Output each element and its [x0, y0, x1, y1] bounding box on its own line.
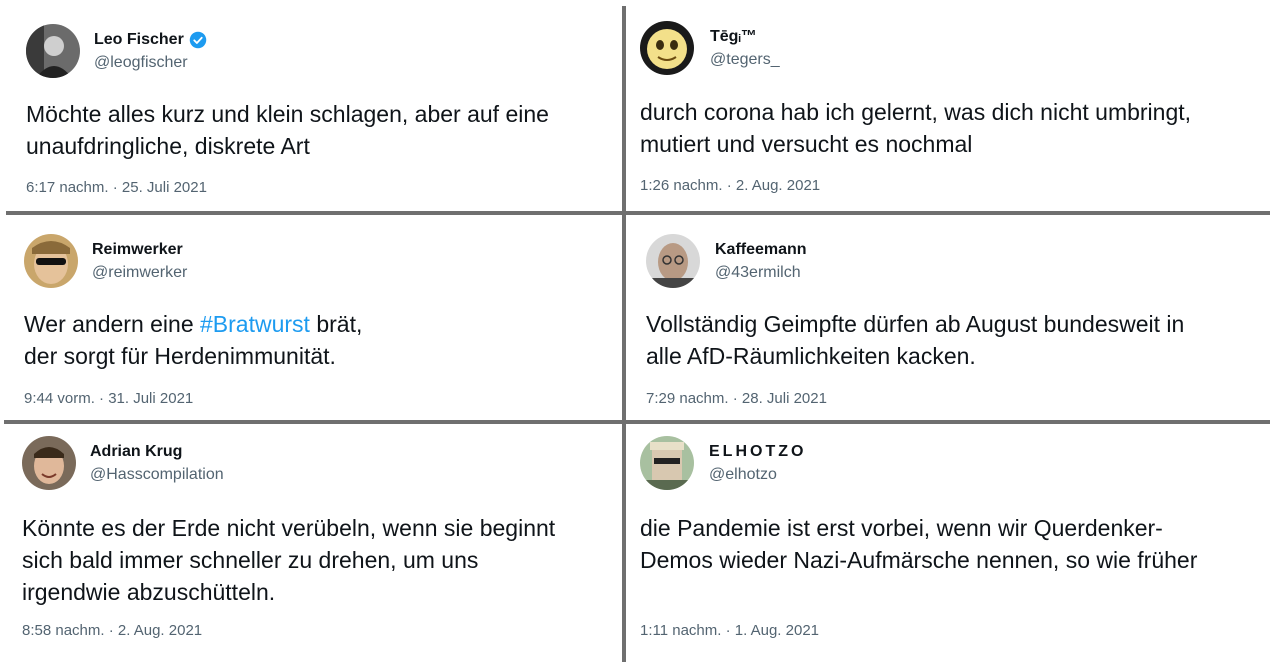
tweet-text-line: Möchte alles kurz und klein schlagen, ab…: [26, 101, 549, 127]
tweet-text-line: Vollständig Geimpfte dürfen ab August bu…: [646, 311, 1185, 337]
tweet-card-elhotzo[interactable]: ELHOTZO @elhotzo die Pandemie ist erst v…: [628, 426, 1272, 658]
tweet-text-line: mutiert und versucht es nochmal: [640, 131, 973, 157]
avatar[interactable]: [646, 234, 700, 288]
tweet-text-line: alle AfD-Räumlichkeiten kacken.: [646, 343, 976, 369]
glasses-portrait-icon: [646, 234, 700, 288]
tweet-timestamp[interactable]: 7:29 nachm. · 28. Juli 2021: [646, 390, 827, 407]
tweet-text-line: irgendwie abzuschütteln.: [22, 579, 276, 605]
tweet-card-leo-fischer[interactable]: Leo Fischer @leogfischer Möchte alles ku…: [8, 10, 616, 210]
avatar[interactable]: [640, 436, 694, 490]
tweet-text-line: der sorgt für Herdenimmunität.: [24, 343, 336, 369]
author-handle[interactable]: @elhotzo: [709, 466, 777, 484]
tweet-text-fragment: Wer andern eine: [24, 311, 201, 337]
tweet-timestamp[interactable]: 1:11 nachm. · 1. Aug. 2021: [640, 622, 819, 639]
hashtag-link[interactable]: #Bratwurst: [200, 311, 310, 337]
sunglasses-portrait-icon: [24, 234, 78, 288]
tweet-text-line: sich bald immer schneller zu drehen, um …: [22, 547, 479, 573]
author-name[interactable]: Reimwerker: [92, 241, 183, 259]
tweet-text-line: unaufdringliche, diskrete Art: [26, 133, 310, 159]
tweet-timestamp[interactable]: 1:26 nachm. · 2. Aug. 2021: [640, 177, 820, 194]
author-handle[interactable]: @43ermilch: [715, 264, 801, 282]
tweet-text: die Pandemie ist erst vorbei, wenn wir Q…: [640, 512, 1197, 576]
pixelated-sunglasses-portrait-icon: [640, 436, 694, 490]
tweet-card-adrian-krug[interactable]: Adrian Krug @Hasscompilation Könnte es d…: [4, 426, 620, 662]
tweet-text-line: Könnte es der Erde nicht verübeln, wenn …: [22, 515, 556, 541]
tweet-text-line: Wer andern eine #Bratwurst brät,: [24, 308, 362, 340]
avatar[interactable]: [24, 234, 78, 288]
author-handle[interactable]: @Hasscompilation: [90, 466, 224, 484]
tweet-text: Wer andern eine #Bratwurst brät, der sor…: [24, 308, 362, 372]
grid-separator-horizontal: [6, 211, 1270, 215]
author-name[interactable]: Tēgᵢ™: [710, 28, 757, 46]
tweet-text: durch corona hab ich gelernt, was dich n…: [640, 96, 1191, 160]
author-name[interactable]: Adrian Krug: [90, 443, 182, 461]
tweet-card-reimwerker[interactable]: Reimwerker @reimwerker Wer andern eine #…: [6, 218, 620, 418]
tweet-timestamp[interactable]: 9:44 vorm. · 31. Juli 2021: [24, 390, 193, 407]
tweet-timestamp[interactable]: 6:17 nachm. · 25. Juli 2021: [26, 179, 207, 196]
avatar[interactable]: [26, 24, 80, 78]
author-handle[interactable]: @leogfischer: [94, 54, 188, 72]
tweet-card-tegi[interactable]: Tēgᵢ™ @tegers_ durch corona hab ich gele…: [628, 8, 1272, 210]
tweet-text: Könnte es der Erde nicht verübeln, wenn …: [22, 512, 555, 608]
portrait-dark-photo-icon: [26, 24, 80, 78]
grid-separator-vertical: [622, 6, 626, 662]
author-name[interactable]: Leo Fischer: [94, 31, 207, 49]
avatar[interactable]: [22, 436, 76, 490]
tweet-text-line: die Pandemie ist erst vorbei, wenn wir Q…: [640, 515, 1163, 541]
tweet-text-line: durch corona hab ich gelernt, was dich n…: [640, 99, 1192, 125]
avatar[interactable]: [640, 21, 694, 75]
tweet-text-line: Demos wieder Nazi-Aufmärsche nennen, so …: [640, 547, 1198, 573]
tweet-timestamp[interactable]: 8:58 nachm. · 2. Aug. 2021: [22, 622, 202, 639]
smiling-portrait-icon: [22, 436, 76, 490]
author-handle[interactable]: @tegers_: [710, 51, 780, 69]
author-name[interactable]: ELHOTZO: [709, 443, 806, 461]
tweet-text: Vollständig Geimpfte dürfen ab August bu…: [646, 308, 1184, 372]
grid-separator-horizontal: [4, 420, 1270, 424]
author-name[interactable]: Kaffeemann: [715, 241, 807, 259]
tweet-text-fragment: brät,: [309, 311, 363, 337]
tweet-card-kaffeemann[interactable]: Kaffeemann @43ermilch Vollständig Geimpf…: [628, 218, 1272, 418]
author-handle[interactable]: @reimwerker: [92, 264, 187, 282]
tweet-text: Möchte alles kurz und klein schlagen, ab…: [26, 98, 549, 162]
verified-badge-icon: [189, 31, 207, 49]
yellow-cartoon-face-icon: [640, 21, 694, 75]
